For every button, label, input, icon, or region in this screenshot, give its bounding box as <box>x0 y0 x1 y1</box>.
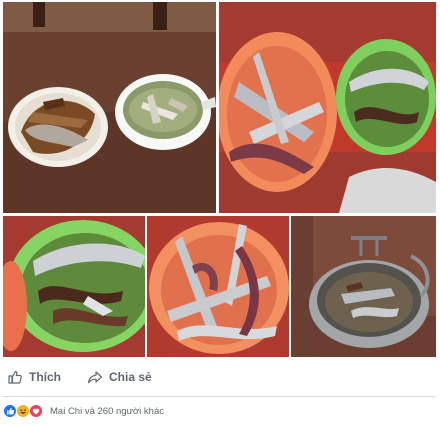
share-button[interactable]: Chia sẻ <box>81 362 158 392</box>
reactions-summary[interactable]: Mai Chi và 260 người khác <box>3 402 164 420</box>
photo-orange-basket[interactable] <box>147 216 289 357</box>
haha-icon <box>16 404 30 418</box>
divider <box>3 396 436 397</box>
photo-fish-baskets[interactable] <box>219 2 436 213</box>
photo-cooking-pot[interactable] <box>291 216 436 357</box>
post-card: Thích Chia sẻ Mai Chi và 260 người khác <box>0 0 440 426</box>
action-bar: Thích Chia sẻ <box>0 362 440 392</box>
photo-green-basket[interactable] <box>3 216 145 357</box>
like-label: Thích <box>29 370 61 384</box>
share-label: Chia sẻ <box>109 370 152 384</box>
thumbs-up-icon <box>8 370 22 384</box>
like-button[interactable]: Thích <box>1 362 67 392</box>
reactions-count-text[interactable]: Mai Chi và 260 người khác <box>50 406 164 417</box>
photo-fish-plate-and-soup[interactable] <box>3 2 216 213</box>
share-arrow-icon <box>87 371 103 384</box>
like-icon <box>3 404 17 418</box>
love-icon <box>29 404 43 418</box>
